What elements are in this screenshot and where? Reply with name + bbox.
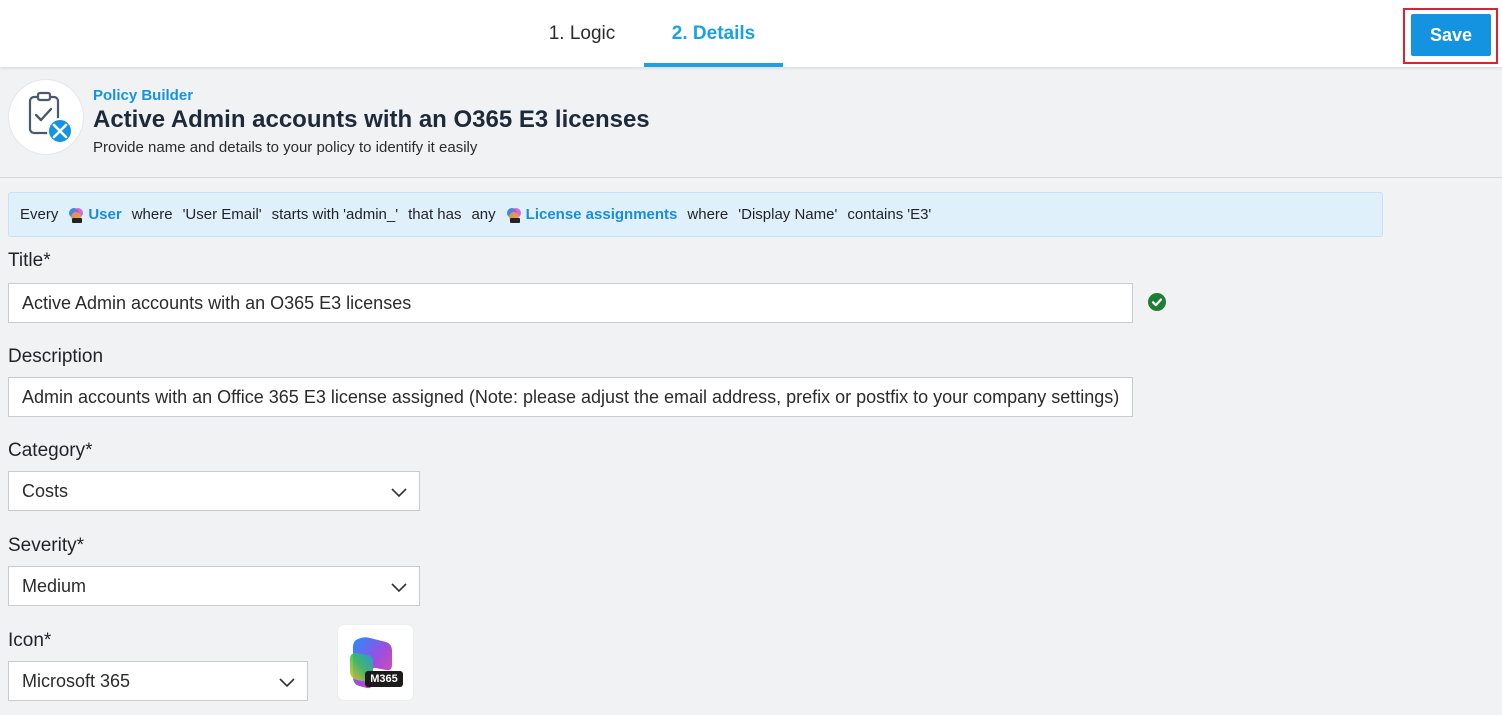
summary-value: 'admin_' bbox=[343, 206, 399, 223]
title-input-value: Active Admin accounts with an O365 E3 li… bbox=[22, 292, 412, 313]
chevron-down-icon bbox=[391, 583, 407, 593]
summary-operator: starts with bbox=[271, 206, 340, 223]
summary-where: where bbox=[687, 206, 729, 223]
tab-logic[interactable]: 1. Logic bbox=[520, 0, 644, 67]
tab-details[interactable]: 2. Details bbox=[644, 0, 783, 67]
policy-summary-banner: Every User where 'User Email' starts wit… bbox=[8, 192, 1383, 237]
severity-select[interactable]: Medium bbox=[8, 566, 420, 606]
m365-logo-text: M365 bbox=[370, 673, 398, 685]
category-select[interactable]: Costs bbox=[8, 471, 420, 511]
summary-operator: contains bbox=[847, 206, 904, 223]
summary-entity-user[interactable]: User bbox=[88, 206, 121, 223]
summary-any: any bbox=[471, 206, 496, 223]
summary-field: 'User Email' bbox=[182, 206, 262, 223]
title-label: Title* bbox=[8, 250, 51, 271]
breadcrumb: Policy Builder bbox=[93, 87, 194, 104]
summary-where: where bbox=[131, 206, 173, 223]
category-select-value: Costs bbox=[22, 480, 69, 501]
summary-that-has: that has bbox=[408, 206, 462, 223]
summary-every: Every bbox=[20, 206, 59, 223]
m365-entity-icon bbox=[69, 207, 84, 223]
check-circle-icon bbox=[1148, 293, 1166, 311]
description-input-value: Admin accounts with an Office 365 E3 lic… bbox=[22, 386, 1120, 407]
title-input[interactable]: Active Admin accounts with an O365 E3 li… bbox=[8, 283, 1133, 323]
icon-preview: M365 bbox=[338, 625, 413, 700]
save-button[interactable]: Save bbox=[1411, 14, 1491, 56]
icon-select[interactable]: Microsoft 365 bbox=[8, 661, 308, 701]
divider bbox=[0, 177, 1502, 178]
chevron-down-icon bbox=[279, 678, 295, 688]
page-title: Active Admin accounts with an O365 E3 li… bbox=[93, 106, 650, 133]
summary-entity-license-assignments[interactable]: License assignments bbox=[526, 206, 678, 223]
page-subtitle: Provide name and details to your policy … bbox=[93, 139, 478, 156]
description-input[interactable]: Admin accounts with an Office 365 E3 lic… bbox=[8, 377, 1133, 417]
policy-builder-icon bbox=[9, 80, 83, 154]
icon-select-value: Microsoft 365 bbox=[22, 670, 131, 691]
m365-entity-icon bbox=[506, 207, 521, 223]
m365-logo-icon bbox=[350, 637, 403, 689]
description-label: Description bbox=[8, 346, 104, 367]
icon-label: Icon* bbox=[8, 630, 52, 651]
chevron-down-icon bbox=[391, 488, 407, 498]
top-bar: 1. Logic 2. Details Save bbox=[0, 0, 1502, 67]
summary-value: 'E3' bbox=[907, 206, 932, 223]
severity-select-value: Medium bbox=[22, 575, 87, 596]
category-label: Category* bbox=[8, 440, 93, 461]
severity-label: Severity* bbox=[8, 535, 85, 556]
summary-field: 'Display Name' bbox=[738, 206, 838, 223]
